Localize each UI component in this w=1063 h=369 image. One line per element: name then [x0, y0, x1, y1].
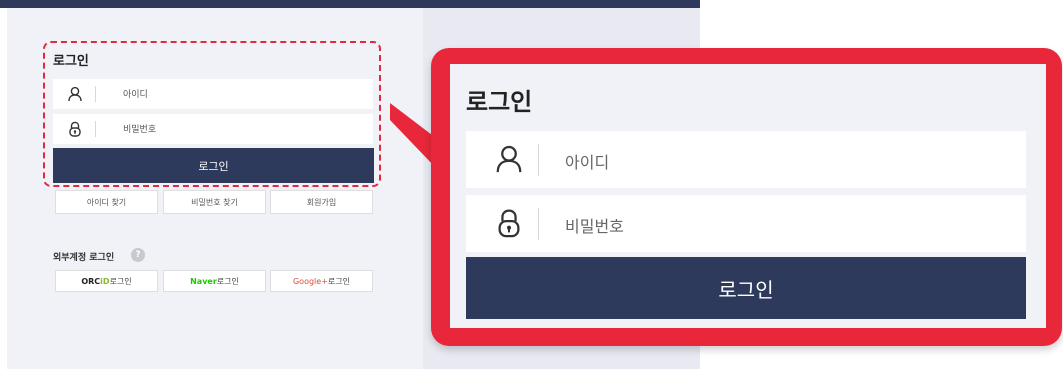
- zoom-login-title: 로그인: [466, 88, 533, 116]
- field-separator: [538, 144, 539, 176]
- zoom-id-input[interactable]: 아이디: [466, 131, 1026, 188]
- screenshot-stage: 로그인 아이디 비밀번호 로그인 아이디 찾기 비밀번호 찾기 회원가입 외부계…: [0, 0, 1063, 369]
- user-icon: [496, 145, 522, 173]
- zoom-id-placeholder: 아이디: [565, 153, 610, 172]
- lock-icon: [498, 209, 520, 238]
- zoom-login-button[interactable]: 로그인: [466, 257, 1026, 319]
- zoom-password-placeholder: 비밀번호: [565, 217, 624, 236]
- zoom-password-input[interactable]: 비밀번호: [466, 195, 1026, 252]
- field-separator: [538, 208, 539, 240]
